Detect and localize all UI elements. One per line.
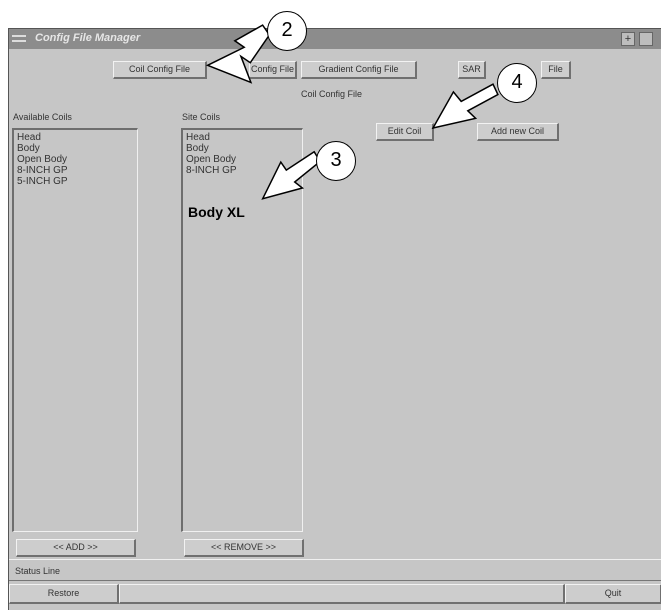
callout-4: 4: [497, 63, 537, 103]
annotation-text: Body XL: [188, 204, 245, 220]
arrow-4-icon: [431, 83, 499, 130]
callout-3: 3: [316, 141, 356, 181]
callout-2: 2: [267, 11, 307, 51]
arrow-3-icon: [261, 150, 322, 200]
annotation-arrows: [205, 24, 499, 200]
arrow-2-icon: [205, 24, 271, 84]
